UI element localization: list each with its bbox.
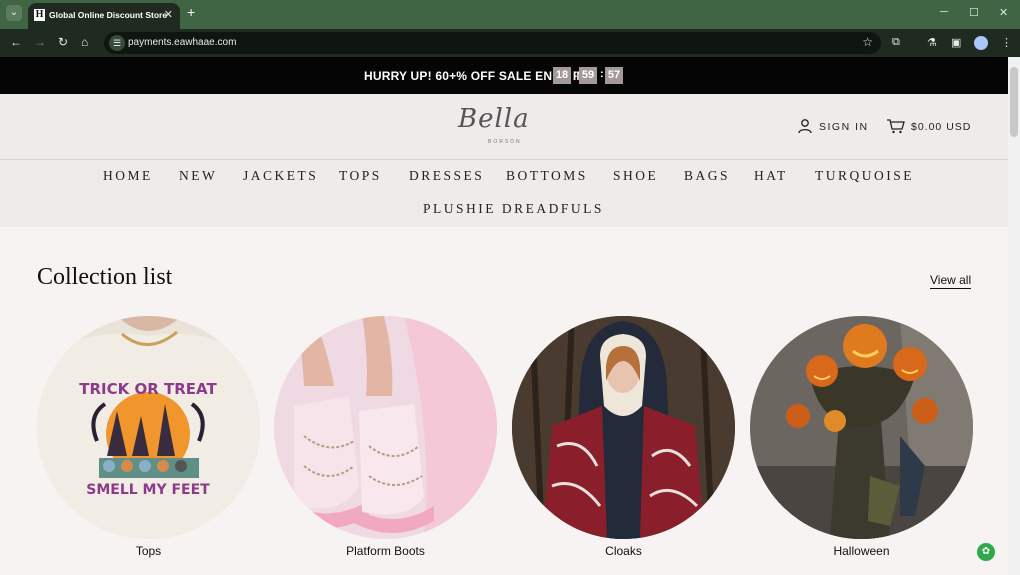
collection-title: Collection list [37, 264, 173, 290]
nav-jackets[interactable]: JACKETS [243, 168, 318, 184]
site-info-icon[interactable]: ☰ [109, 35, 125, 51]
sign-in-label: SIGN IN [819, 121, 869, 133]
site-header: Bella BORSON SIGN IN $0.00 USD HOME NEW … [0, 94, 1008, 227]
cart-icon [887, 119, 905, 134]
collection-card-cloaks[interactable]: Cloaks [512, 316, 735, 558]
nav-hat[interactable]: HAT [754, 168, 788, 184]
nav-bags[interactable]: BAGS [684, 168, 730, 184]
cart-total: $0.00 USD [911, 121, 972, 133]
browser-menu-icon[interactable]: ⋮ [1001, 36, 1012, 49]
view-all-link[interactable]: View all [930, 273, 972, 289]
logo-subtitle: BORSON [488, 139, 522, 145]
nav-shoe[interactable]: SHOE [613, 168, 658, 184]
header-divider [0, 159, 1008, 160]
extensions-icon[interactable]: ⧉ [892, 36, 900, 49]
new-tab-icon[interactable]: + [187, 5, 195, 19]
countdown-seconds: 57 [605, 67, 623, 84]
nav-new[interactable]: NEW [179, 168, 217, 184]
logo-script: Bella [458, 104, 530, 134]
page-scrollbar[interactable] [1008, 57, 1020, 575]
reload-icon[interactable]: ↻ [58, 35, 68, 49]
side-panel-icon[interactable]: ▣ [951, 36, 961, 49]
countdown-hours: 18 [553, 67, 571, 84]
nav-home[interactable]: HOME [103, 168, 153, 184]
collection-image-halloween[interactable] [750, 316, 973, 539]
shirt-text-bottom: SMELL MY FEET [86, 482, 210, 498]
labs-flask-icon[interactable]: ⚗ [927, 36, 937, 49]
forward-icon[interactable]: → [34, 35, 46, 49]
countdown-minutes: 59 [579, 67, 597, 84]
browser-toolbar: ← → ↻ ⌂ ☰ payments.eawhaae.com ☆ ⧉ ⚗ ▣ ⋮ [0, 29, 1020, 57]
collection-image-platform-boots[interactable] [274, 316, 497, 539]
collection-label-platform-boots[interactable]: Platform Boots [274, 544, 497, 558]
nav-dresses[interactable]: DRESSES [409, 168, 484, 184]
collection-card-halloween[interactable]: Halloween [750, 316, 973, 558]
nav-tops[interactable]: TOPS [339, 168, 382, 184]
collection-label-tops[interactable]: Tops [37, 544, 260, 558]
collection-label-cloaks[interactable]: Cloaks [512, 544, 735, 558]
boots-image [274, 316, 497, 539]
tab-close-icon[interactable]: ✕ [164, 8, 173, 21]
profile-avatar-icon[interactable] [974, 36, 988, 50]
shirt-text-top: TRICK OR TREAT [79, 380, 217, 398]
nav-bottoms[interactable]: BOTTOMS [506, 168, 588, 184]
countdown-separator: : [574, 68, 578, 80]
browser-tab-bar: ⌄ H Global Online Discount Store ✕ + ─ ☐… [0, 0, 1020, 29]
chat-widget-icon[interactable]: ✿ [977, 543, 995, 561]
collection-card-platform-boots[interactable]: Platform Boots [274, 316, 497, 558]
back-icon[interactable]: ← [10, 35, 22, 49]
nav-turquoise[interactable]: TURQUOISE [815, 168, 914, 184]
collection-image-tops[interactable]: TRICK OR TREAT SMELL MY FEET [37, 316, 260, 539]
window-close-icon[interactable]: ✕ [999, 6, 1008, 19]
announcement-bar: HURRY UP! 60+% OFF SALE ENDS IN 18 : 59 … [0, 57, 1008, 94]
sweatshirt-image: TRICK OR TREAT SMELL MY FEET [37, 316, 260, 539]
browser-tab[interactable]: H Global Online Discount Store ✕ [28, 3, 180, 29]
store-logo[interactable]: Bella BORSON [458, 104, 553, 146]
tab-search-icon[interactable]: ⌄ [6, 5, 22, 21]
pumpkin-monster-image [750, 316, 973, 539]
url-text[interactable]: payments.eawhaae.com [128, 37, 236, 48]
countdown-separator: : [600, 68, 604, 80]
minimize-icon[interactable]: ─ [940, 6, 948, 18]
nav-plushie-dreadfuls[interactable]: PLUSHIE DREADFULS [423, 201, 604, 217]
collection-card-tops[interactable]: TRICK OR TREAT SMELL MY FEET Tops [37, 316, 260, 558]
site-favicon-icon: H [34, 9, 45, 21]
home-icon[interactable]: ⌂ [81, 35, 88, 49]
collection-label-halloween[interactable]: Halloween [750, 544, 973, 558]
user-icon [798, 119, 812, 134]
address-bar[interactable]: ☰ payments.eawhaae.com ☆ [104, 32, 881, 54]
maximize-icon[interactable]: ☐ [969, 6, 979, 19]
collection-image-cloaks[interactable] [512, 316, 735, 539]
tab-title: Global Online Discount Store [49, 10, 168, 20]
scrollbar-thumb[interactable] [1010, 67, 1018, 137]
bookmark-star-icon[interactable]: ☆ [862, 35, 873, 49]
cloak-image [512, 316, 735, 539]
